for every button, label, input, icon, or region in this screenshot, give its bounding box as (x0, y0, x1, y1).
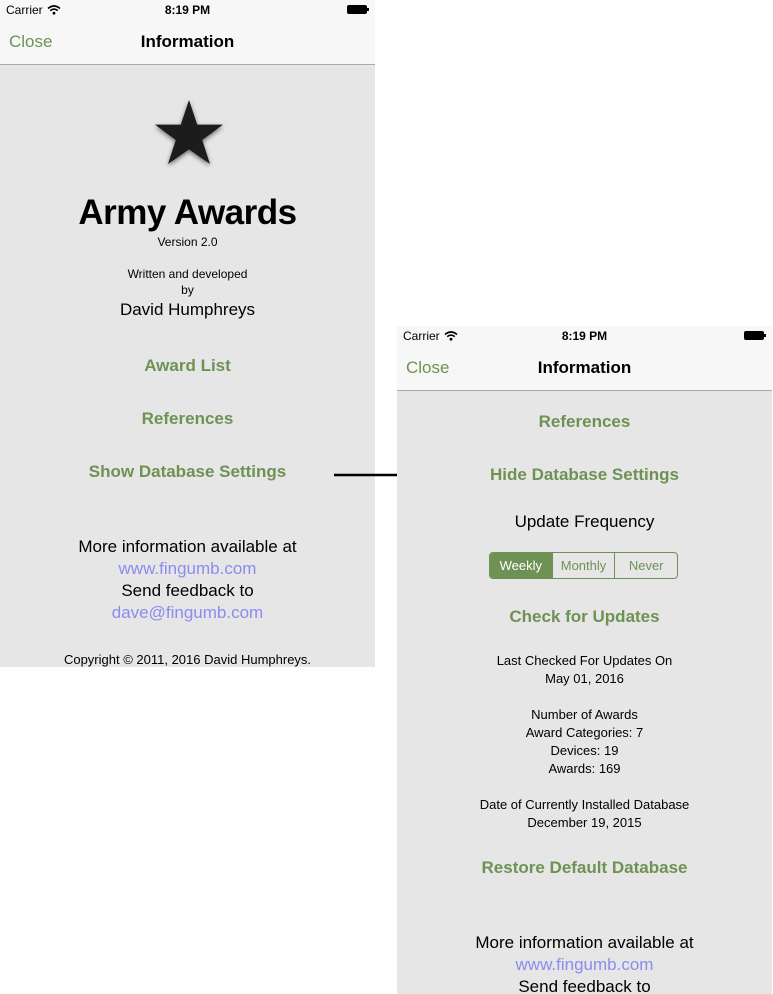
nav-title: Information (537, 358, 632, 377)
status-time: 8:19 PM (164, 3, 211, 17)
check-for-updates-button[interactable]: Check for Updates (397, 607, 772, 627)
navigation-bar: Close Information (397, 346, 772, 391)
copyright: Copyright © 2011, 2016 David Humphreys. (63, 652, 312, 667)
award-list-button[interactable]: Award List (0, 356, 375, 376)
update-frequency-label: Update Frequency (514, 512, 655, 531)
devices-count: Devices: 19 (550, 743, 619, 758)
references-button[interactable]: References (0, 409, 375, 429)
email-link[interactable]: dave@fingumb.com (0, 603, 375, 623)
feedback-label: Send feedback to (121, 581, 254, 600)
star-icon (155, 100, 223, 164)
battery-icon (744, 331, 766, 340)
references-button[interactable]: References (397, 412, 772, 432)
author-name: David Humphreys (119, 300, 256, 319)
feedback-label: Send feedback to (518, 977, 651, 994)
status-bar: Carrier 8:19 PM (397, 326, 772, 346)
database-date-label: Date of Currently Installed Database (479, 797, 690, 812)
awards-count: Awards: 169 (548, 761, 621, 776)
info-screen-right: Carrier 8:19 PM Close Information Refere… (397, 326, 772, 994)
segment-weekly[interactable]: Weekly (490, 553, 552, 578)
written-by-label: Written and developed (127, 267, 248, 281)
hide-database-settings-button[interactable]: Hide Database Settings (397, 465, 772, 485)
status-bar: Carrier 8:19 PM (0, 0, 375, 20)
by-label: by (181, 283, 194, 297)
website-link[interactable]: www.fingumb.com (0, 559, 375, 579)
info-screen-left: Carrier 8:19 PM Close Information Army A… (0, 0, 375, 667)
segment-monthly[interactable]: Monthly (551, 553, 615, 578)
more-info-label: More information available at (475, 933, 694, 952)
number-of-awards-label: Number of Awards (531, 707, 638, 722)
app-version: Version 2.0 (157, 235, 218, 249)
website-link[interactable]: www.fingumb.com (397, 955, 772, 975)
last-checked-date: May 01, 2016 (545, 671, 624, 686)
nav-title: Information (140, 32, 235, 51)
battery-icon (347, 5, 369, 14)
status-time: 8:19 PM (561, 329, 608, 343)
more-info-label: More information available at (78, 537, 297, 556)
app-name: Army Awards (78, 193, 297, 232)
restore-default-database-button[interactable]: Restore Default Database (397, 858, 772, 878)
award-categories-count: Award Categories: 7 (525, 725, 644, 740)
update-frequency-control: Weekly Monthly Never (489, 552, 678, 579)
segment-never[interactable]: Never (614, 553, 677, 578)
last-checked-label: Last Checked For Updates On (496, 653, 673, 668)
navigation-bar: Close Information (0, 20, 375, 65)
show-database-settings-button[interactable]: Show Database Settings (0, 462, 375, 482)
database-date: December 19, 2015 (527, 815, 642, 830)
